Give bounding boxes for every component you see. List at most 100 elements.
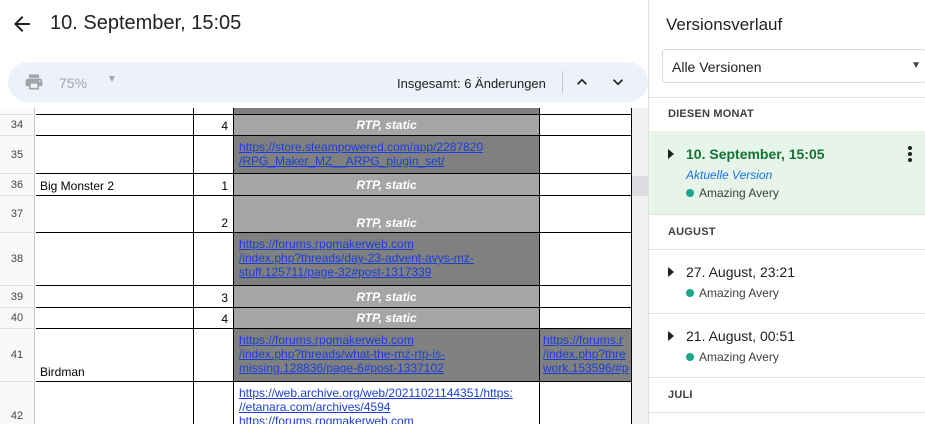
row-header [0, 108, 35, 115]
expand-arrow-icon[interactable] [668, 331, 674, 341]
version-item[interactable]: 27. August, 23:21 Amazing Avery [649, 250, 925, 313]
cell[interactable] [194, 233, 234, 286]
cell[interactable] [36, 286, 194, 308]
toolbar: 75% ▼ Insgesamt: 6 Änderungen [8, 62, 648, 102]
row-header[interactable]: 42 [0, 382, 35, 424]
cell[interactable] [36, 136, 194, 174]
cell[interactable]: https://forums.r /index.php?thre work.15… [540, 329, 632, 382]
cell[interactable] [540, 108, 632, 115]
cell[interactable] [540, 382, 632, 424]
cell[interactable] [194, 382, 234, 424]
table-row: 40 4 RTP, static [0, 308, 632, 329]
cell-link[interactable]: https://forums.rpgmakerweb.com /index.ph… [234, 237, 539, 279]
cell[interactable] [194, 136, 234, 174]
user-color-dot [686, 189, 694, 197]
cell[interactable]: RTP, static [234, 308, 540, 329]
version-user: Amazing Avery [686, 350, 779, 364]
cell[interactable]: 4 [194, 115, 234, 136]
version-user: Amazing Avery [686, 286, 779, 300]
version-item-current[interactable]: 10. September, 15:05 Aktuelle Version Am… [649, 131, 925, 214]
vertical-scrollbar[interactable] [632, 108, 648, 424]
zoom-dropdown-icon[interactable]: ▼ [107, 74, 117, 85]
cell[interactable] [540, 136, 632, 174]
version-subtitle: Aktuelle Version [686, 168, 773, 182]
version-title: 21. August, 00:51 [686, 328, 795, 344]
cell[interactable] [36, 108, 194, 115]
cell-value: RTP, static [356, 118, 417, 132]
cell[interactable] [540, 196, 632, 233]
chevron-down-icon[interactable] [608, 72, 628, 92]
cell[interactable] [540, 174, 632, 196]
cell[interactable] [540, 115, 632, 136]
version-user-name: Amazing Avery [699, 286, 779, 300]
scrollbar-thumb[interactable] [632, 176, 648, 196]
cell[interactable]: Birdman [36, 329, 194, 382]
table-row [0, 108, 632, 115]
divider [649, 214, 925, 215]
user-color-dot [686, 289, 694, 297]
cell[interactable] [36, 115, 194, 136]
cell[interactable]: 3 [194, 286, 234, 308]
version-user-name: Amazing Avery [699, 186, 779, 200]
cell[interactable] [234, 108, 540, 115]
divider [649, 377, 925, 378]
cell[interactable]: RTP, static [234, 115, 540, 136]
cell-value: 4 [221, 312, 228, 326]
cell-value: 2 [221, 216, 228, 230]
cell[interactable] [194, 108, 234, 115]
more-vert-icon[interactable] [907, 145, 913, 163]
cell-link[interactable]: https://web.archive.org/web/202110211443… [234, 386, 539, 424]
cell[interactable] [36, 382, 194, 424]
cell[interactable]: https://forums.rpgmakerweb.com /index.ph… [234, 329, 540, 382]
user-color-dot [686, 353, 694, 361]
cell[interactable] [540, 286, 632, 308]
row-header[interactable]: 40 [0, 308, 35, 329]
section-header-july: JULI [668, 389, 693, 401]
row-header[interactable]: 35 [0, 136, 35, 174]
sheet-grid: 34 4 RTP, static 35 https://store.steamp… [0, 108, 632, 424]
version-title: 10. September, 15:05 [686, 146, 825, 162]
cell[interactable]: RTP, static [234, 174, 540, 196]
cell-value: Big Monster 2 [40, 179, 115, 193]
row-header[interactable]: 41 [0, 329, 35, 382]
print-icon[interactable] [24, 72, 44, 92]
cell-link[interactable]: https://forums.r /index.php?thre work.15… [540, 333, 631, 375]
table-row: 42 https://web.archive.org/web/202110211… [0, 382, 632, 424]
table-row: 38 https://forums.rpgmakerweb.com /index… [0, 233, 632, 286]
cell[interactable]: https://forums.rpgmakerweb.com /index.ph… [234, 233, 540, 286]
expand-arrow-icon[interactable] [668, 149, 674, 159]
cell[interactable]: Big Monster 2 [36, 174, 194, 196]
cell-value: RTP, static [356, 177, 417, 192]
cell-link[interactable]: https://forums.rpgmakerweb.com /index.ph… [234, 333, 539, 375]
cell[interactable] [540, 308, 632, 329]
zoom-level[interactable]: 75% [59, 75, 87, 91]
row-header[interactable]: 34 [0, 115, 35, 136]
row-header[interactable]: 39 [0, 286, 35, 308]
cell[interactable]: 4 [194, 308, 234, 329]
cell-link[interactable]: https://store.steampowered.com/app/22878… [234, 140, 539, 168]
chevron-up-icon[interactable] [572, 72, 592, 92]
version-item[interactable]: 21. August, 00:51 Amazing Avery [649, 314, 925, 377]
version-filter-select[interactable]: Alle Versionen ▼ [662, 49, 925, 83]
cell-value: Birdman [40, 365, 85, 379]
cell[interactable] [36, 308, 194, 329]
cell[interactable] [36, 233, 194, 286]
cell[interactable]: RTP, static [234, 286, 540, 308]
cell[interactable]: 2 [194, 196, 234, 233]
table-row: 41 Birdman https://forums.rpgmakerweb.co… [0, 329, 632, 382]
caret-down-icon: ▼ [911, 60, 921, 71]
table-row: 37 2 RTP, static [0, 196, 632, 233]
cell[interactable] [36, 196, 194, 233]
sheet-pane: 10. September, 15:05 75% ▼ Insgesamt: 6 … [0, 0, 648, 424]
row-header[interactable]: 38 [0, 233, 35, 286]
cell[interactable] [540, 233, 632, 286]
arrow-back-icon[interactable] [10, 12, 34, 36]
cell[interactable]: RTP, static [234, 196, 540, 233]
row-header[interactable]: 36 [0, 174, 35, 196]
cell[interactable]: 1 [194, 174, 234, 196]
cell[interactable]: https://web.archive.org/web/202110211443… [234, 382, 540, 424]
row-header[interactable]: 37 [0, 196, 35, 233]
cell[interactable]: https://store.steampowered.com/app/22878… [234, 136, 540, 174]
cell[interactable] [194, 329, 234, 382]
expand-arrow-icon[interactable] [668, 267, 674, 277]
